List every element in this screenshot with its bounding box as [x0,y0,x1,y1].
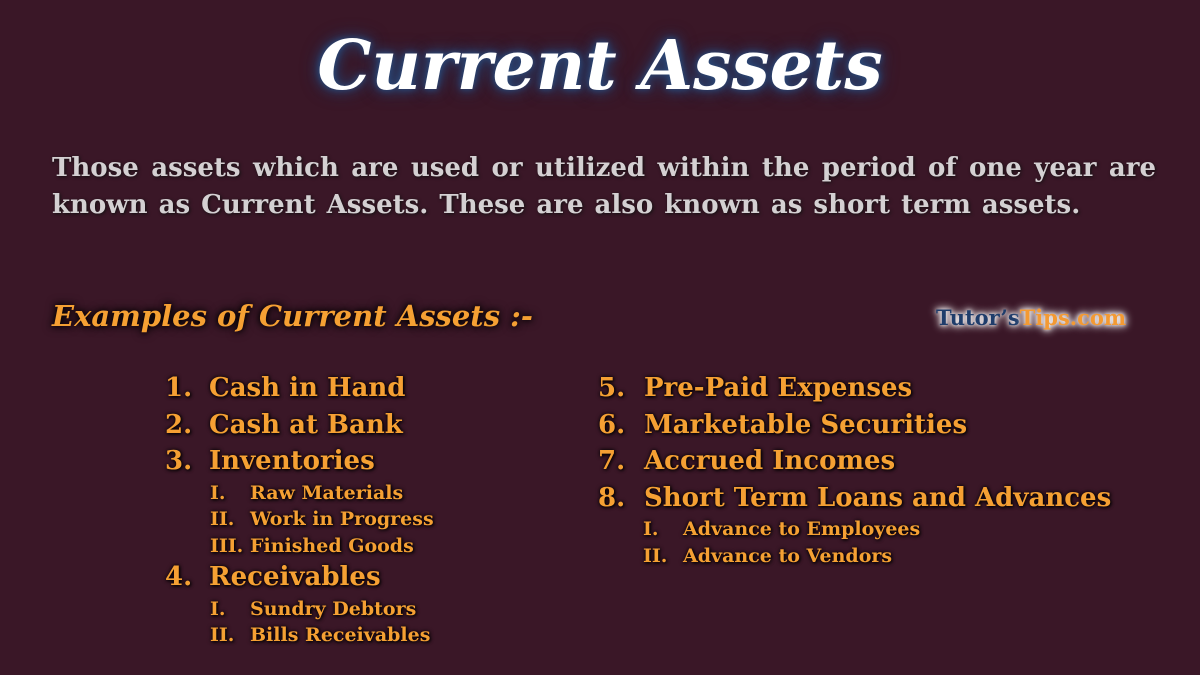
sub-item-number: I. [210,597,226,620]
brand-part-2: Tips.com [1019,305,1127,330]
item-label: Pre-Paid Expenses [644,373,913,403]
page-title: Current Assets [317,26,883,106]
sub-item-number: II. [643,544,668,567]
item-label: Short Term Loans and Advances [644,482,1112,513]
item-label: Inventories [209,446,375,476]
sub-list-item: I. Sundry Debtors [165,596,434,623]
sub-item-number: III. [210,534,244,557]
sub-list-item: II. Bills Receivables [165,622,434,649]
item-label: Marketable Securities [644,409,968,440]
item-label: Cash at Bank [209,409,403,440]
item-label: Accrued Incomes [644,446,896,476]
list-item: 3. Inventories [165,443,434,480]
sub-item-label: Finished Goods [250,534,414,557]
item-number: 3. [165,446,193,476]
item-number: 4. [165,562,193,592]
definition-paragraph: Those assets which are used or utilized … [52,153,1156,220]
list-item: 4. Receivables [165,559,434,596]
sub-list-item: III. Finished Goods [165,533,434,560]
sub-item-label: Raw Materials [250,481,404,504]
sub-list-item: I. Advance to Employees [598,516,1111,543]
sub-item-number: II. [210,624,235,646]
sub-item-label: Sundry Debtors [250,597,417,620]
sub-item-label: Work in Progress [250,508,434,530]
examples-list-right: 5. Pre-Paid Expenses 6. Marketable Securiti… [598,370,1111,569]
item-number: 1. [165,373,193,403]
brand-part-1: Tutor’s [936,305,1020,330]
item-number: 2. [165,409,193,440]
brand-logo: Tutor’sTips.com [932,303,1130,332]
list-item: 2. Cash at Bank [165,407,434,444]
sub-item-number: I. [210,481,226,504]
item-label: Receivables [209,562,381,592]
item-number: 6. [598,409,626,440]
sub-item-label: Advance to Vendors [683,544,893,567]
list-item: 5. Pre-Paid Expenses [598,370,1111,407]
sub-list-item: II. Work in Progress [165,506,434,533]
examples-heading: Examples of Current Assets :- [52,299,533,333]
sub-item-number: II. [210,508,235,530]
sub-item-label: Advance to Employees [683,518,921,540]
list-item: 7. Accrued Incomes [598,443,1111,480]
item-number: 5. [598,373,626,403]
item-label: Cash in Hand [209,373,406,403]
examples-list-left: 1. Cash in Hand 2. Cash at Bank 3. Inventorie… [165,370,434,649]
sub-item-label: Bills Receivables [250,624,431,646]
list-item: 1. Cash in Hand [165,370,434,407]
item-number: 7. [598,446,626,476]
sub-list-item: II. Advance to Vendors [598,543,1111,570]
item-number: 8. [598,482,626,513]
list-item: 6. Marketable Securities [598,407,1111,444]
sub-list-item: I. Raw Materials [165,480,434,507]
list-item: 8. Short Term Loans and Advances [598,480,1111,517]
sub-item-number: I. [643,518,659,540]
